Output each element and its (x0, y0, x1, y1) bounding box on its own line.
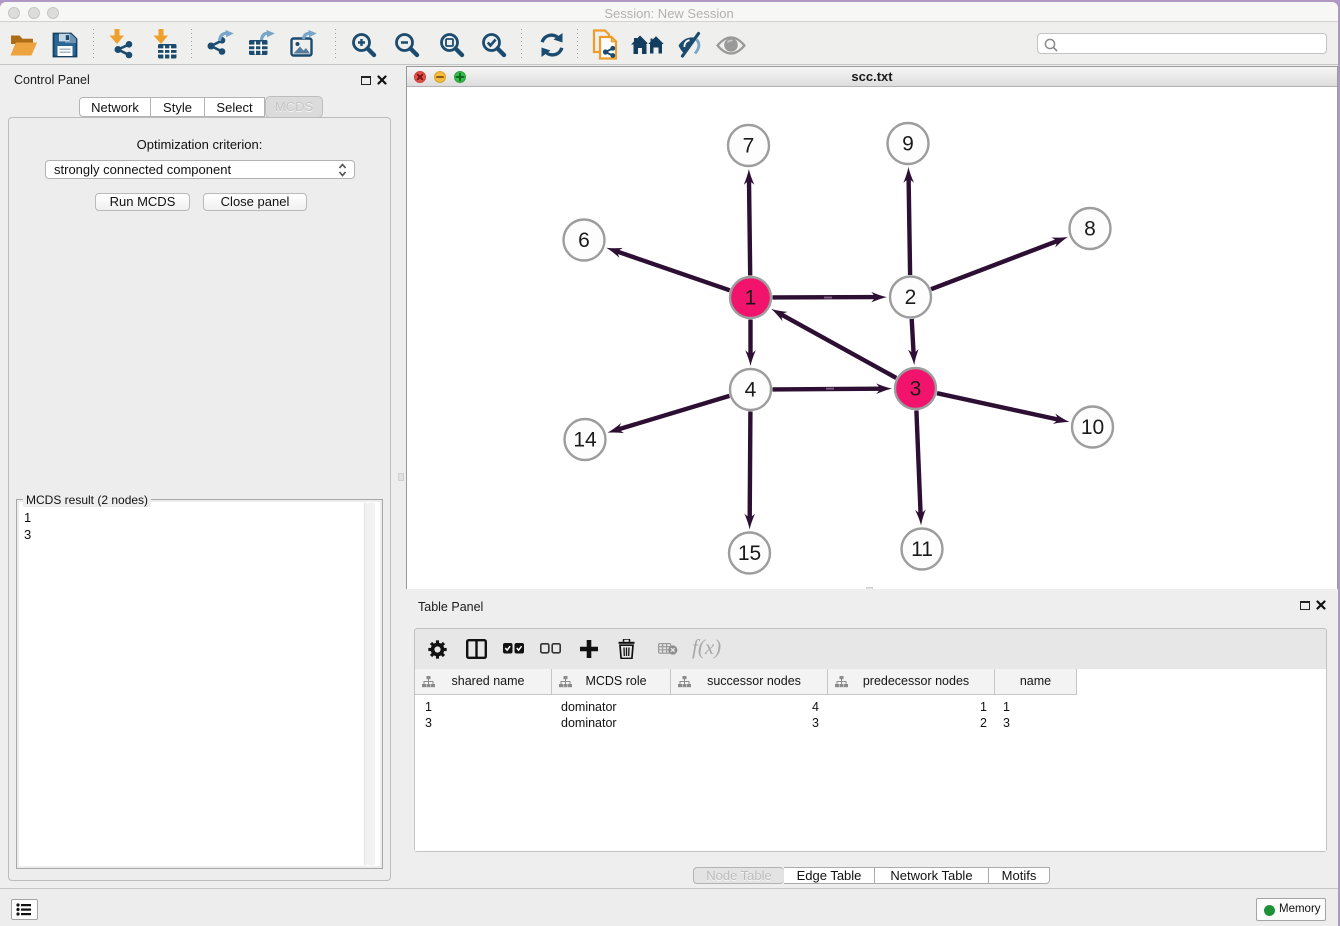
svg-text:15: 15 (738, 542, 761, 565)
svg-text:1: 1 (745, 287, 757, 310)
svg-text:8: 8 (1084, 218, 1096, 241)
svg-text:11: 11 (911, 538, 933, 561)
svg-text:14: 14 (573, 429, 597, 452)
svg-text:3: 3 (910, 378, 922, 401)
svg-text:2: 2 (905, 286, 917, 309)
svg-text:9: 9 (902, 133, 914, 156)
svg-text:4: 4 (745, 379, 757, 402)
svg-text:7: 7 (743, 135, 755, 158)
svg-text:6: 6 (578, 229, 590, 252)
svg-text:10: 10 (1081, 416, 1104, 439)
